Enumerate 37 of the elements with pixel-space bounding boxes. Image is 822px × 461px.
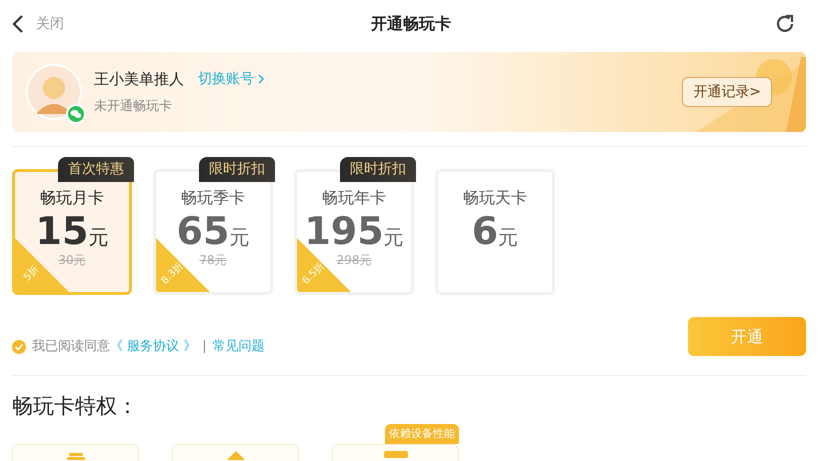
plan-price: 6 bbox=[472, 210, 498, 252]
avatar bbox=[26, 64, 82, 120]
plan-price: 65 bbox=[176, 210, 230, 252]
original-price: 30元 bbox=[58, 252, 86, 268]
refresh-icon[interactable] bbox=[774, 13, 796, 35]
page-title: 开通畅玩卡 bbox=[371, 13, 451, 35]
plan-tag: 限时折扣 bbox=[340, 157, 416, 182]
privilege-badge: 依赖设备性能 bbox=[385, 424, 459, 444]
discount-label: 8.3折 bbox=[158, 260, 187, 289]
plan-tag: 限时折扣 bbox=[199, 157, 275, 182]
agree-checkbox[interactable] bbox=[12, 340, 26, 354]
back-icon bbox=[12, 14, 24, 34]
original-price: 298元 bbox=[336, 252, 372, 268]
plan-name: 畅玩季卡 bbox=[181, 188, 245, 208]
chevron-icon bbox=[258, 74, 264, 84]
coin-stack-icon bbox=[64, 450, 86, 460]
price-unit: 元 bbox=[88, 225, 108, 249]
account-name: 王小美单推人 bbox=[94, 69, 184, 90]
price-unit: 元 bbox=[498, 225, 518, 249]
price-unit: 元 bbox=[229, 225, 250, 249]
chat-badge-icon bbox=[66, 104, 86, 124]
card-status: 未开通畅玩卡 bbox=[94, 98, 173, 116]
price-unit: 元 bbox=[384, 225, 404, 249]
discount-label: 5折 bbox=[20, 262, 42, 286]
plan-price: 15 bbox=[36, 210, 88, 252]
discount-label: 6.5折 bbox=[300, 260, 328, 289]
records-button[interactable]: 开通记录> bbox=[682, 77, 772, 107]
plan-name: 畅玩月卡 bbox=[40, 188, 104, 208]
original-price: 78元 bbox=[199, 252, 227, 268]
privileges-heading: 畅玩卡特权： bbox=[12, 392, 139, 420]
plan-tag: 首次特惠 bbox=[58, 157, 134, 182]
plan-price: 195 bbox=[304, 210, 384, 252]
plan-card[interactable]: 畅玩天卡 6元 bbox=[435, 169, 555, 295]
separator: | bbox=[202, 338, 207, 356]
plan-name: 畅玩年卡 bbox=[322, 188, 386, 208]
plan-name: 畅玩天卡 bbox=[463, 188, 527, 208]
agreement-text: 我已阅读同意 bbox=[32, 338, 110, 356]
